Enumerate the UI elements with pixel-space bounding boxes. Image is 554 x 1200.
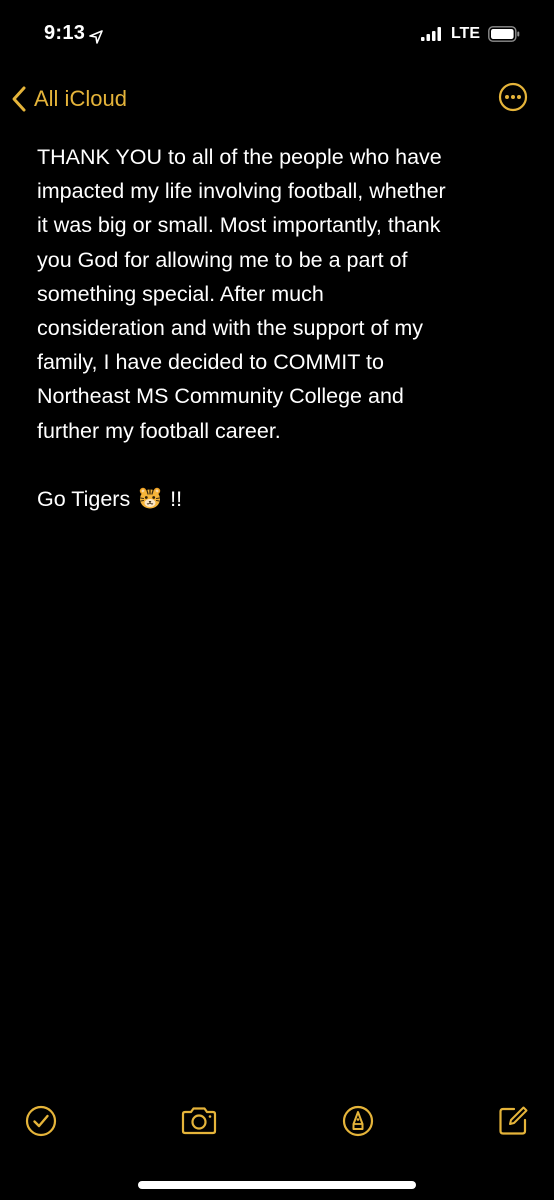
markup-button[interactable]	[341, 1104, 375, 1138]
status-bar: 9:13 LTE	[0, 0, 554, 72]
note-line: impacted my life involving football, whe…	[37, 179, 446, 204]
closing-line: Go Tigers !!	[37, 482, 517, 516]
note-body[interactable]: THANK YOU to all of the people who have …	[37, 140, 517, 516]
markup-pen-icon	[341, 1104, 375, 1138]
tiger-face-icon	[138, 486, 162, 510]
note-line: you God for allowing me to be a part of	[37, 247, 408, 272]
note-line: consideration and with the support of my	[37, 316, 424, 341]
cellular-signal-icon	[420, 27, 443, 41]
closing-suffix: !!	[170, 487, 183, 512]
home-indicator[interactable]	[138, 1181, 416, 1189]
checklist-icon	[24, 1104, 58, 1138]
ellipsis-circle-icon	[498, 82, 528, 116]
back-button[interactable]: All iCloud	[10, 82, 127, 116]
camera-icon	[180, 1104, 218, 1138]
checklist-button[interactable]	[24, 1104, 58, 1138]
note-line: it was big or small. Most importantly, t…	[37, 213, 441, 238]
note-line: Northeast MS Community College and	[37, 384, 404, 409]
back-label: All iCloud	[34, 86, 127, 111]
note-line: family, I have decided to COMMIT to	[37, 350, 384, 375]
status-time-group: 9:13	[44, 22, 104, 45]
note-line: further my football career.	[37, 418, 281, 443]
compose-button[interactable]	[496, 1104, 530, 1138]
note-line: THANK YOU to all of the people who have	[37, 145, 442, 169]
closing-text: Go Tigers	[37, 487, 131, 512]
status-time: 9:13	[44, 22, 86, 44]
location-arrow-icon	[89, 27, 104, 44]
bottom-toolbar	[0, 1096, 554, 1146]
camera-button[interactable]	[180, 1104, 218, 1138]
network-type: LTE	[450, 25, 480, 42]
more-options-button[interactable]	[498, 82, 528, 112]
navigation-bar: All iCloud	[0, 78, 554, 120]
chevron-left-icon	[10, 85, 28, 113]
compose-icon	[496, 1104, 530, 1138]
note-line: something special. After much	[37, 281, 324, 306]
battery-icon	[488, 26, 520, 42]
status-indicators: LTE	[420, 25, 520, 43]
